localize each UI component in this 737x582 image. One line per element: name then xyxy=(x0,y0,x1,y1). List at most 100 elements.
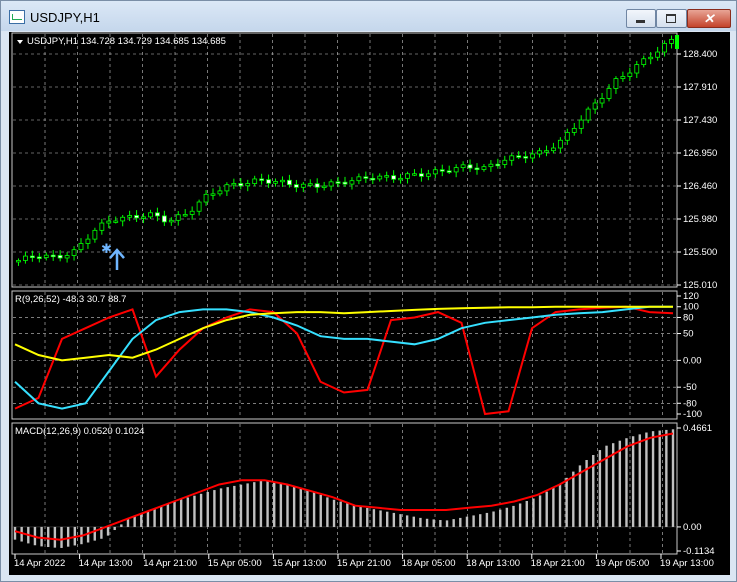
macd-panel-header: MACD(12,26,9) 0.0520 0.1024 xyxy=(15,426,144,437)
macd-bar xyxy=(578,465,582,527)
bull-candle xyxy=(245,183,251,187)
macd-bar xyxy=(425,518,429,527)
bull-candle xyxy=(252,178,258,184)
macd-tick-label: 0.00 xyxy=(683,522,702,533)
bear-candle xyxy=(474,167,480,170)
macd-bar xyxy=(412,516,415,527)
price-label: 126.460 xyxy=(683,181,717,192)
bear-candle xyxy=(293,184,299,188)
macd-bar xyxy=(193,495,196,527)
macd-bar xyxy=(153,508,156,527)
macd-bar xyxy=(386,511,389,527)
bull-candle xyxy=(627,72,633,77)
star-marker-icon: ✱ xyxy=(101,241,112,256)
bull-candle xyxy=(92,229,98,240)
macd-tick-label: -0.1134 xyxy=(683,546,715,557)
time-label: 15 Apr 13:00 xyxy=(272,558,326,569)
bull-candle xyxy=(530,153,535,159)
macd-bar xyxy=(299,488,302,527)
bull-candle xyxy=(356,176,362,182)
close-button[interactable]: ✕ xyxy=(687,9,731,28)
indicator-tick-label: 50 xyxy=(683,329,694,340)
buy-arrow-icon xyxy=(109,248,125,271)
bull-candle xyxy=(551,147,556,152)
bear-candle xyxy=(259,178,265,181)
bull-candle xyxy=(571,127,577,133)
bear-candle xyxy=(446,170,452,173)
panel-frame-3 xyxy=(11,422,678,555)
price-label: 127.910 xyxy=(683,82,717,93)
macd-bar xyxy=(13,526,17,540)
bull-candle xyxy=(64,255,70,259)
macd-bar xyxy=(572,471,575,527)
macd-bar xyxy=(160,506,163,527)
bear-candle xyxy=(36,256,42,259)
macd-bar xyxy=(419,517,422,527)
macd-bar xyxy=(66,526,70,547)
macd-bar xyxy=(459,517,462,527)
bull-candle xyxy=(537,150,542,155)
bull-candle xyxy=(280,179,285,183)
bull-candle xyxy=(453,167,459,173)
bull-candle xyxy=(578,119,584,129)
bull-candle xyxy=(23,255,28,261)
macd-bar xyxy=(233,485,236,527)
macd-bar xyxy=(286,484,289,527)
bull-candle xyxy=(203,193,209,203)
macd-bar xyxy=(179,499,183,527)
title-bar[interactable]: USDJPY,H1 ✕ xyxy=(1,1,736,31)
price-label: 125.010 xyxy=(683,280,717,291)
bear-candle xyxy=(155,212,160,217)
macd-bar xyxy=(472,515,475,527)
macd-bar xyxy=(266,480,269,527)
macd-bar xyxy=(399,514,402,527)
macd-bar xyxy=(392,512,396,527)
bull-candle xyxy=(488,163,494,168)
bear-candle xyxy=(50,254,56,258)
macd-bar xyxy=(625,438,628,527)
bull-candle xyxy=(502,159,508,165)
macd-bar xyxy=(166,503,170,527)
macd-bar xyxy=(206,491,209,527)
bull-candle xyxy=(321,185,327,188)
macd-bar xyxy=(326,497,329,527)
bear-candle xyxy=(391,175,397,180)
macd-bar xyxy=(505,507,509,527)
bull-candle xyxy=(613,78,619,89)
bear-candle xyxy=(266,179,271,184)
bull-candle xyxy=(127,215,133,218)
bear-candle xyxy=(523,156,529,159)
macd-bar xyxy=(273,482,276,527)
bull-candle xyxy=(425,173,431,177)
macd-bar xyxy=(253,482,256,527)
macd-bar xyxy=(439,520,442,527)
chart-svg[interactable]: 128.400 127.910 127.430 126.950 126.460 125.9… xyxy=(9,32,730,575)
macd-bar xyxy=(432,519,435,527)
indicator-tick-label: 120 xyxy=(683,291,699,302)
macd-bar xyxy=(60,526,63,548)
bull-candle xyxy=(509,155,515,161)
maximize-button[interactable] xyxy=(656,9,687,28)
minimize-button[interactable] xyxy=(626,9,656,28)
close-icon: ✕ xyxy=(703,11,715,26)
bull-candle xyxy=(592,102,598,110)
macd-bar xyxy=(631,436,635,527)
time-label: 19 Apr 05:00 xyxy=(595,558,649,569)
macd-bar xyxy=(352,505,356,527)
macd-bar xyxy=(140,513,143,527)
macd-bar xyxy=(359,506,362,527)
bull-candle xyxy=(231,183,237,186)
bull-candle xyxy=(564,132,570,141)
macd-bar xyxy=(120,524,123,527)
macd-bar xyxy=(366,507,369,527)
macd-bar xyxy=(372,509,376,527)
macd-bar xyxy=(292,486,296,527)
bull-candle xyxy=(273,181,278,184)
indicator-tick-label: 80 xyxy=(683,312,694,323)
bear-candle xyxy=(363,176,369,179)
bull-candle xyxy=(641,58,647,65)
bull-candle xyxy=(148,212,153,218)
bull-candle xyxy=(99,222,105,231)
macd-bar xyxy=(133,516,136,527)
chart-area[interactable]: 128.400 127.910 127.430 126.950 126.460 125.9… xyxy=(9,32,730,575)
